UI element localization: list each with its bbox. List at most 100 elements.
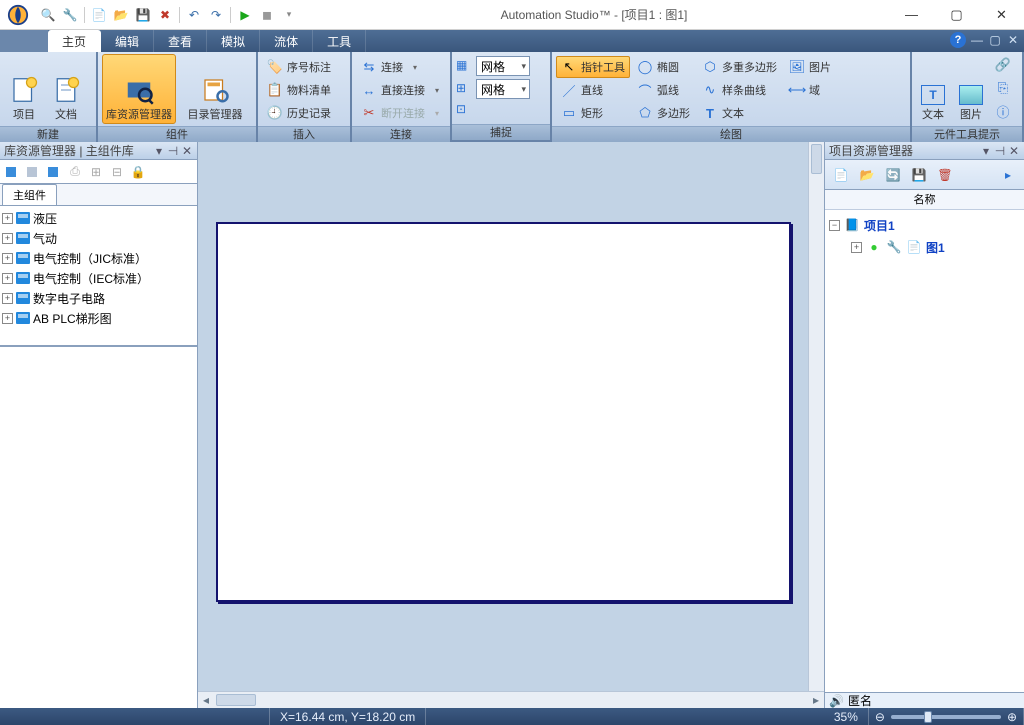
project-tree-root[interactable]: − 📘 项目1 bbox=[829, 214, 1020, 236]
hint-image-button[interactable]: 图片 bbox=[954, 54, 988, 124]
mdi-close-icon[interactable]: ✕ bbox=[1006, 33, 1020, 47]
snap-grid-icon[interactable]: ▦ bbox=[456, 58, 472, 74]
maximize-button[interactable]: ▢ bbox=[934, 0, 979, 30]
qat-search-icon[interactable]: 🔍 bbox=[38, 5, 58, 25]
tab-tools[interactable]: 工具 bbox=[313, 30, 366, 52]
qat-redo-icon[interactable]: ↷ bbox=[206, 5, 226, 25]
pointer-tool-button[interactable]: ↖指针工具 bbox=[556, 56, 630, 78]
expand-icon[interactable]: + bbox=[2, 233, 13, 244]
qat-save-icon[interactable]: 💾 bbox=[133, 5, 153, 25]
insert-bom-button[interactable]: 📋物料清单 bbox=[262, 79, 336, 101]
arc-tool-button[interactable]: ⌒弧线 bbox=[632, 79, 695, 101]
lib-btn-3[interactable] bbox=[46, 164, 62, 180]
proj-open-icon[interactable]: 📂 bbox=[855, 163, 879, 187]
lib-btn-5[interactable]: ⊞ bbox=[88, 164, 104, 180]
status-coordinates: X=16.44 cm, Y=18.20 cm bbox=[270, 708, 426, 725]
hint-attach-button[interactable]: ⎘ bbox=[992, 77, 1014, 99]
qat-gear-icon[interactable]: 🔧 bbox=[60, 5, 80, 25]
zoom-in-icon[interactable]: ⊕ bbox=[1007, 710, 1017, 724]
expand-icon[interactable]: + bbox=[851, 242, 862, 253]
tab-fluid[interactable]: 流体 bbox=[260, 30, 313, 52]
tab-home[interactable]: 主页 bbox=[48, 30, 101, 52]
proj-delete-icon[interactable]: 🗑 bbox=[933, 163, 957, 187]
line-tool-button[interactable]: ／直线 bbox=[556, 79, 630, 101]
qat-run-icon[interactable]: ▶ bbox=[235, 5, 255, 25]
tab-view[interactable]: 查看 bbox=[154, 30, 207, 52]
expand-icon[interactable]: + bbox=[2, 213, 13, 224]
spline-tool-button[interactable]: ∿样条曲线 bbox=[697, 79, 782, 101]
pane-options-icon[interactable]: ▾ bbox=[153, 144, 165, 158]
qat-stop-icon[interactable]: ◼ bbox=[257, 5, 277, 25]
hint-link-button[interactable]: 🔗 bbox=[992, 54, 1014, 76]
qat-new-icon[interactable]: 📄 bbox=[89, 5, 109, 25]
mdi-restore-icon[interactable]: ▢ bbox=[988, 33, 1002, 47]
snap-point-icon[interactable]: ⊞ bbox=[456, 81, 472, 97]
proj-save-icon[interactable]: 💾 bbox=[907, 163, 931, 187]
snap-combo-1[interactable]: 网格 bbox=[476, 56, 530, 76]
library-tree[interactable]: +液压 +气动 +电气控制（JIC标准） +电气控制（IEC标准） +数字电子电… bbox=[0, 206, 197, 346]
pane-options-icon[interactable]: ▾ bbox=[980, 144, 992, 158]
canvas-area[interactable]: ◂ ▸ bbox=[198, 142, 824, 708]
tab-simulation[interactable]: 模拟 bbox=[207, 30, 260, 52]
direct-connect-button[interactable]: ↔直接连接▾ bbox=[356, 79, 450, 101]
scroll-right-icon[interactable]: ▸ bbox=[808, 692, 824, 708]
lib-btn-4[interactable]: ⎙ bbox=[67, 164, 83, 180]
help-icon[interactable]: ? bbox=[950, 32, 966, 48]
pane-close-icon[interactable]: ✕ bbox=[181, 144, 193, 158]
lib-btn-2[interactable] bbox=[25, 164, 41, 180]
qat-open-icon[interactable]: 📂 bbox=[111, 5, 131, 25]
hint-text-button[interactable]: T 文本 bbox=[916, 54, 950, 124]
book-icon bbox=[16, 312, 30, 324]
pane-close-icon[interactable]: ✕ bbox=[1008, 144, 1020, 158]
tab-edit[interactable]: 编辑 bbox=[101, 30, 154, 52]
proj-more-icon[interactable]: ▸ bbox=[996, 163, 1020, 187]
image-tool-button[interactable]: 🖼图片 bbox=[784, 56, 836, 78]
snap-obj-icon[interactable]: ⊡ bbox=[456, 102, 472, 118]
lib-btn-1[interactable] bbox=[4, 164, 20, 180]
lib-lock-icon[interactable]: 🔒 bbox=[130, 164, 146, 180]
minimize-button[interactable]: — bbox=[889, 0, 934, 30]
expand-icon[interactable]: + bbox=[2, 313, 13, 324]
catalog-manager-button[interactable]: 目录管理器 bbox=[178, 54, 252, 124]
ellipse-tool-button[interactable]: ◯椭圆 bbox=[632, 56, 695, 78]
file-tab[interactable] bbox=[0, 30, 48, 52]
project-tree-doc[interactable]: + ● 🔧 📄 图1 bbox=[829, 236, 1020, 258]
proj-refresh-icon[interactable]: 🔄 bbox=[881, 163, 905, 187]
vertical-scrollbar[interactable] bbox=[808, 142, 824, 691]
hint-info-button[interactable]: ⓘ bbox=[992, 100, 1014, 122]
scroll-left-icon[interactable]: ◂ bbox=[198, 692, 214, 708]
connect-button[interactable]: ⇆连接▾ bbox=[356, 56, 450, 78]
drawing-page[interactable] bbox=[216, 222, 791, 602]
collapse-icon[interactable]: − bbox=[829, 220, 840, 231]
horizontal-scrollbar[interactable]: ◂ ▸ bbox=[198, 691, 824, 708]
expand-icon[interactable]: + bbox=[2, 273, 13, 284]
polygon-tool-button[interactable]: ⬠多边形 bbox=[632, 102, 695, 124]
new-project-button[interactable]: 项目 bbox=[4, 54, 44, 124]
speaker-icon[interactable]: 🔊 bbox=[829, 694, 844, 708]
close-button[interactable]: ✕ bbox=[979, 0, 1024, 30]
disconnect-button[interactable]: ✂断开连接▾ bbox=[356, 102, 450, 124]
left-tab-main[interactable]: 主组件 bbox=[2, 184, 57, 205]
library-manager-button[interactable]: 库资源管理器 bbox=[102, 54, 176, 124]
qat-undo-icon[interactable]: ↶ bbox=[184, 5, 204, 25]
insert-history-button[interactable]: 🕘历史记录 bbox=[262, 102, 336, 124]
rect-tool-button[interactable]: ▭矩形 bbox=[556, 102, 630, 124]
pane-pin-icon[interactable]: ⊣ bbox=[167, 144, 179, 158]
field-tool-button[interactable]: ⟷域 bbox=[784, 79, 836, 101]
proj-new-icon[interactable]: 📄 bbox=[829, 163, 853, 187]
zoom-out-icon[interactable]: ⊖ bbox=[875, 710, 885, 724]
zoom-slider[interactable] bbox=[891, 715, 1001, 719]
pane-pin-icon[interactable]: ⊣ bbox=[994, 144, 1006, 158]
mdi-minimize-icon[interactable]: — bbox=[970, 33, 984, 47]
new-document-button[interactable]: 文档 bbox=[46, 54, 86, 124]
qat-more-icon[interactable]: ▾ bbox=[279, 5, 299, 25]
insert-balloon-button[interactable]: 🏷️序号标注 bbox=[262, 56, 336, 78]
expand-icon[interactable]: + bbox=[2, 253, 13, 264]
text-tool-button[interactable]: T文本 bbox=[697, 102, 782, 124]
qat-close-icon[interactable]: ✖ bbox=[155, 5, 175, 25]
lib-btn-6[interactable]: ⊟ bbox=[109, 164, 125, 180]
snap-combo-2[interactable]: 网格 bbox=[476, 79, 530, 99]
expand-icon[interactable]: + bbox=[2, 293, 13, 304]
multipoly-tool-button[interactable]: ⬡多重多边形 bbox=[697, 56, 782, 78]
app-logo[interactable] bbox=[4, 1, 32, 29]
